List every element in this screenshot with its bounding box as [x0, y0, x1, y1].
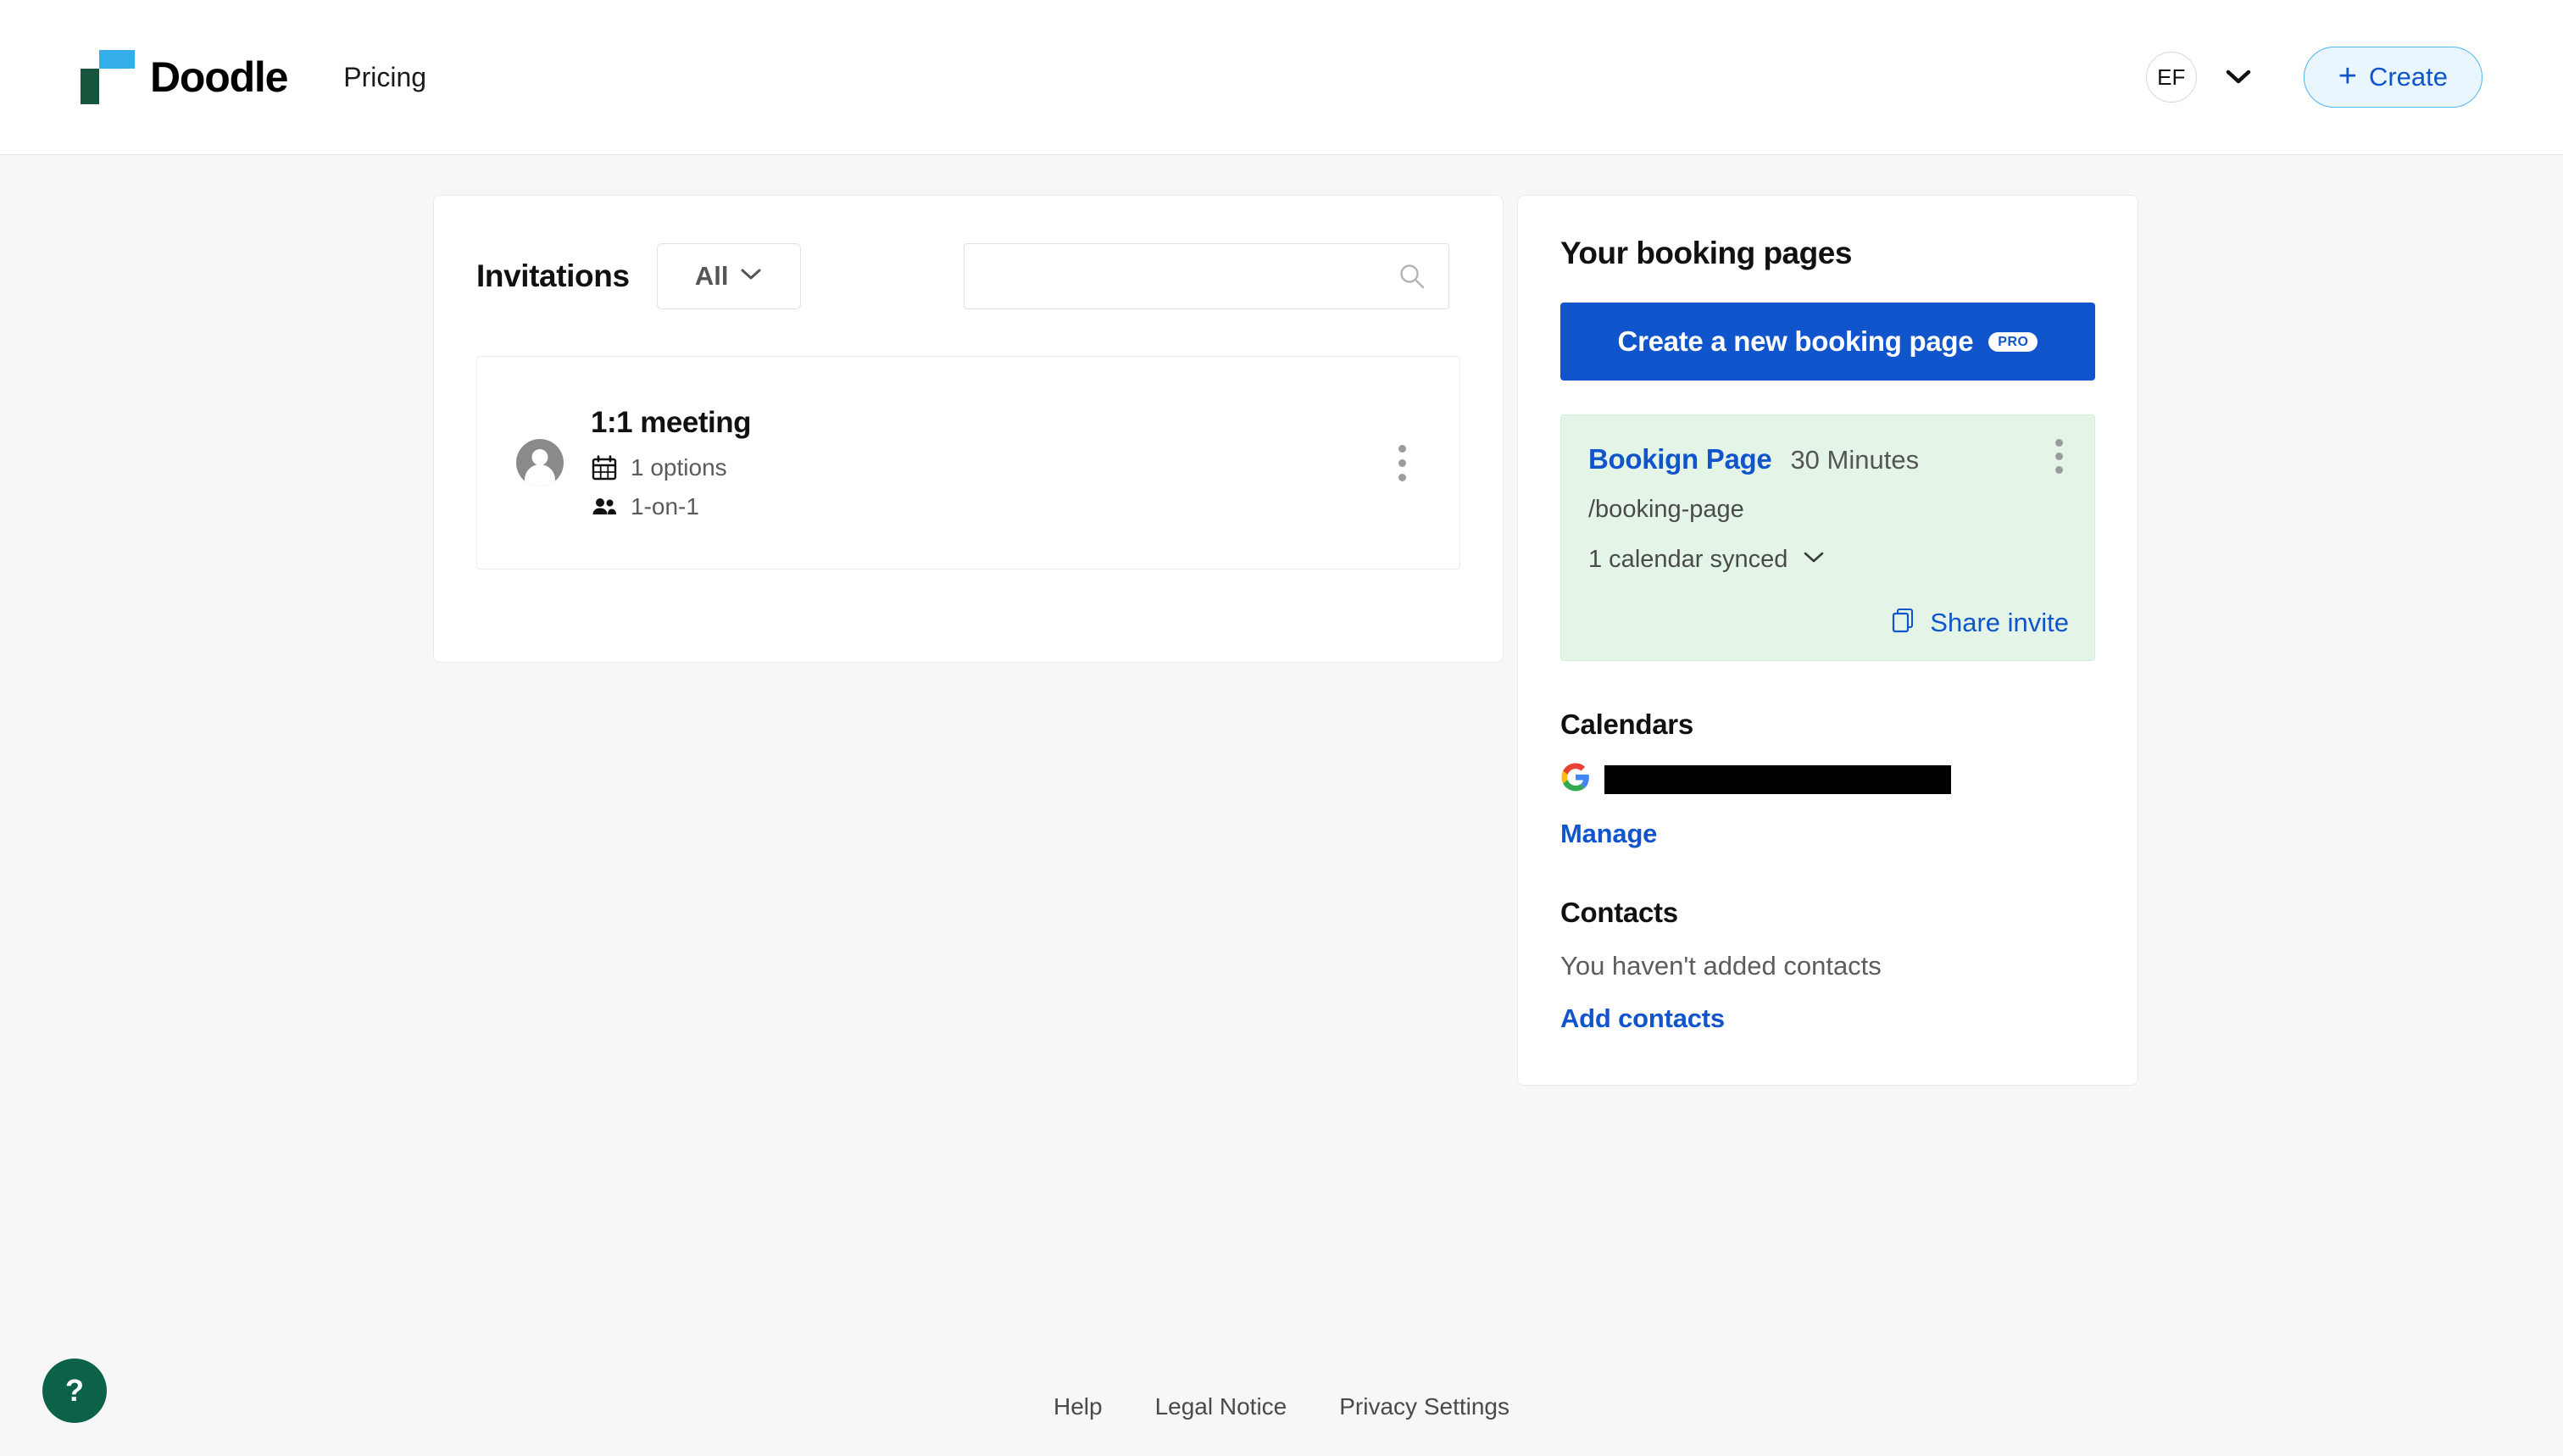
people-icon	[591, 493, 618, 520]
booking-pages-panel: Your booking pages Create a new booking …	[1517, 195, 2138, 1086]
invitations-filter-value: All	[694, 261, 729, 291]
page-title: Invitations	[476, 258, 630, 293]
create-booking-page-button[interactable]: Create a new booking page PRO	[1560, 303, 2095, 381]
search-input[interactable]	[986, 263, 1398, 290]
contacts-title: Contacts	[1560, 897, 1678, 928]
share-invite-button[interactable]: Share invite	[1588, 607, 2069, 638]
share-invite-label: Share invite	[1930, 607, 2069, 637]
person-avatar-icon	[516, 439, 564, 486]
calendar-synced-label: 1 calendar synced	[1588, 546, 1788, 573]
booking-pages-title: Your booking pages	[1560, 236, 1852, 270]
search-field[interactable]	[963, 243, 1449, 309]
booking-page-name-link[interactable]: Bookign Page	[1588, 443, 1772, 475]
chevron-down-icon	[740, 268, 762, 286]
add-contacts-link[interactable]: Add contacts	[1560, 1003, 1725, 1034]
create-booking-page-label: Create a new booking page	[1617, 325, 1974, 357]
contacts-empty-text: You haven't added contacts	[1560, 951, 1882, 981]
manage-calendars-link[interactable]: Manage	[1560, 819, 1657, 849]
google-icon	[1560, 762, 1591, 797]
calendar-icon	[591, 454, 618, 481]
kebab-menu-icon[interactable]	[2042, 439, 2076, 474]
create-button[interactable]: + Create	[2303, 47, 2482, 108]
create-button-label: Create	[2368, 62, 2448, 92]
list-item-participants: 1-on-1	[591, 493, 751, 520]
list-item-body: 1:1 meeting 1 options 1-on-1	[591, 405, 752, 520]
doodle-squares-logo-icon	[81, 50, 135, 104]
header-right-group: EF + Create	[2145, 47, 2482, 108]
brand-name: Doodle	[150, 53, 288, 101]
list-item[interactable]: 1:1 meeting 1 options 1-on-1	[476, 356, 1460, 570]
footer-link-legal-notice[interactable]: Legal Notice	[1155, 1393, 1287, 1420]
calendar-account-row	[1560, 762, 2095, 797]
brand[interactable]: Doodle	[81, 50, 288, 104]
footer-link-privacy-settings[interactable]: Privacy Settings	[1339, 1393, 1509, 1420]
footer-link-help[interactable]: Help	[1054, 1393, 1103, 1420]
calendar-synced-toggle[interactable]: 1 calendar synced	[1588, 546, 2069, 574]
chevron-down-icon[interactable]	[2226, 69, 2251, 85]
chevron-down-icon	[1803, 551, 1825, 569]
help-button[interactable]: ?	[42, 1359, 107, 1423]
invitations-list: 1:1 meeting 1 options 1-on-1	[476, 356, 1460, 570]
list-item-options: 1 options	[591, 454, 751, 481]
booking-page-header: Bookign Page 30 Minutes	[1588, 443, 2069, 475]
kebab-menu-icon[interactable]	[1383, 437, 1420, 488]
invitations-panel: Invitations All 1:1 meeting 1 options 1-…	[433, 195, 1504, 663]
pro-badge: PRO	[1988, 331, 2038, 352]
list-item-title: 1:1 meeting	[591, 405, 752, 439]
invitations-header: Invitations All	[476, 243, 1460, 309]
booking-page-slug: /booking-page	[1588, 496, 1744, 523]
content-row: Invitations All 1:1 meeting 1 options 1-…	[0, 155, 2563, 1086]
redacted-account-email	[1604, 764, 1951, 794]
app-header: Doodle Pricing EF + Create	[0, 0, 2563, 155]
invitations-filter-dropdown[interactable]: All	[656, 243, 801, 309]
avatar[interactable]: EF	[2145, 52, 2197, 103]
copy-icon	[1891, 607, 1916, 638]
page-body: Invitations All 1:1 meeting 1 options 1-…	[0, 155, 2563, 1456]
list-item-options-text: 1 options	[631, 453, 727, 481]
plus-icon: +	[2338, 58, 2357, 94]
footer: Help Legal Notice Privacy Settings	[0, 1393, 2563, 1420]
nav-item-pricing[interactable]: Pricing	[343, 62, 426, 93]
list-item-participants-text: 1-on-1	[631, 492, 699, 520]
search-icon	[1398, 262, 1426, 291]
calendars-title: Calendars	[1560, 709, 1693, 740]
booking-page-duration: 30 Minutes	[1790, 445, 1920, 475]
booking-page-card[interactable]: Bookign Page 30 Minutes /booking-page 1 …	[1560, 414, 2095, 661]
logo-white-square	[99, 69, 135, 104]
